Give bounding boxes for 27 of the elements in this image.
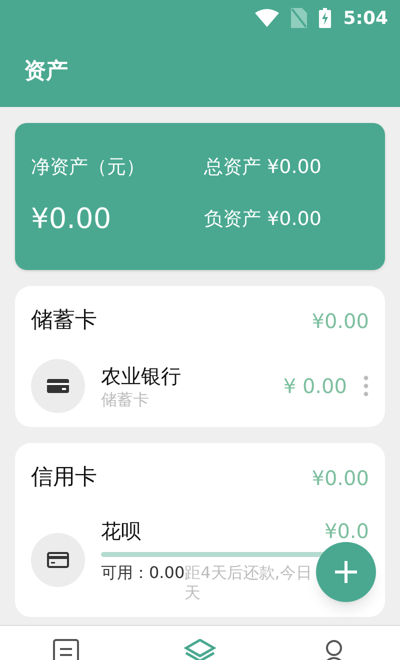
net-assets-label: 净资产（元） [31, 155, 146, 180]
group-title: 信用卡 [31, 464, 97, 492]
account-name: 农业银行 [101, 363, 182, 390]
group-title: 储蓄卡 [31, 307, 97, 335]
list-icon[interactable] [52, 639, 79, 660]
credit-card-icon [47, 552, 69, 568]
group-total: ¥0.00 [312, 308, 369, 334]
battery-charging-icon [319, 8, 332, 28]
plus-icon [334, 560, 358, 584]
liabilities: 负资产 ¥0.00 [203, 206, 322, 232]
credit-card-icon [47, 379, 69, 393]
account-type: 储蓄卡 [101, 390, 150, 410]
status-time: 5:04 [343, 6, 388, 30]
due-note: 天 [184, 583, 202, 603]
total-assets: 总资产 ¥0.00 [203, 155, 322, 180]
page-title: 资产 [24, 58, 68, 86]
group-total: ¥0.00 [312, 464, 369, 492]
account-balance: ¥0.0 [324, 518, 369, 545]
net-assets-value: ¥0.00 [31, 200, 112, 237]
account-name: 花呗 [101, 518, 141, 545]
account-balance: ¥ 0.00 [283, 373, 347, 400]
layers-icon[interactable] [184, 639, 216, 660]
more-icon[interactable] [363, 375, 369, 397]
wifi-icon [255, 9, 280, 27]
due-note: 距4天后还款,今日 [184, 563, 312, 583]
no-sim-icon [291, 8, 308, 28]
available-credit: 可用：0.00 [101, 563, 185, 584]
